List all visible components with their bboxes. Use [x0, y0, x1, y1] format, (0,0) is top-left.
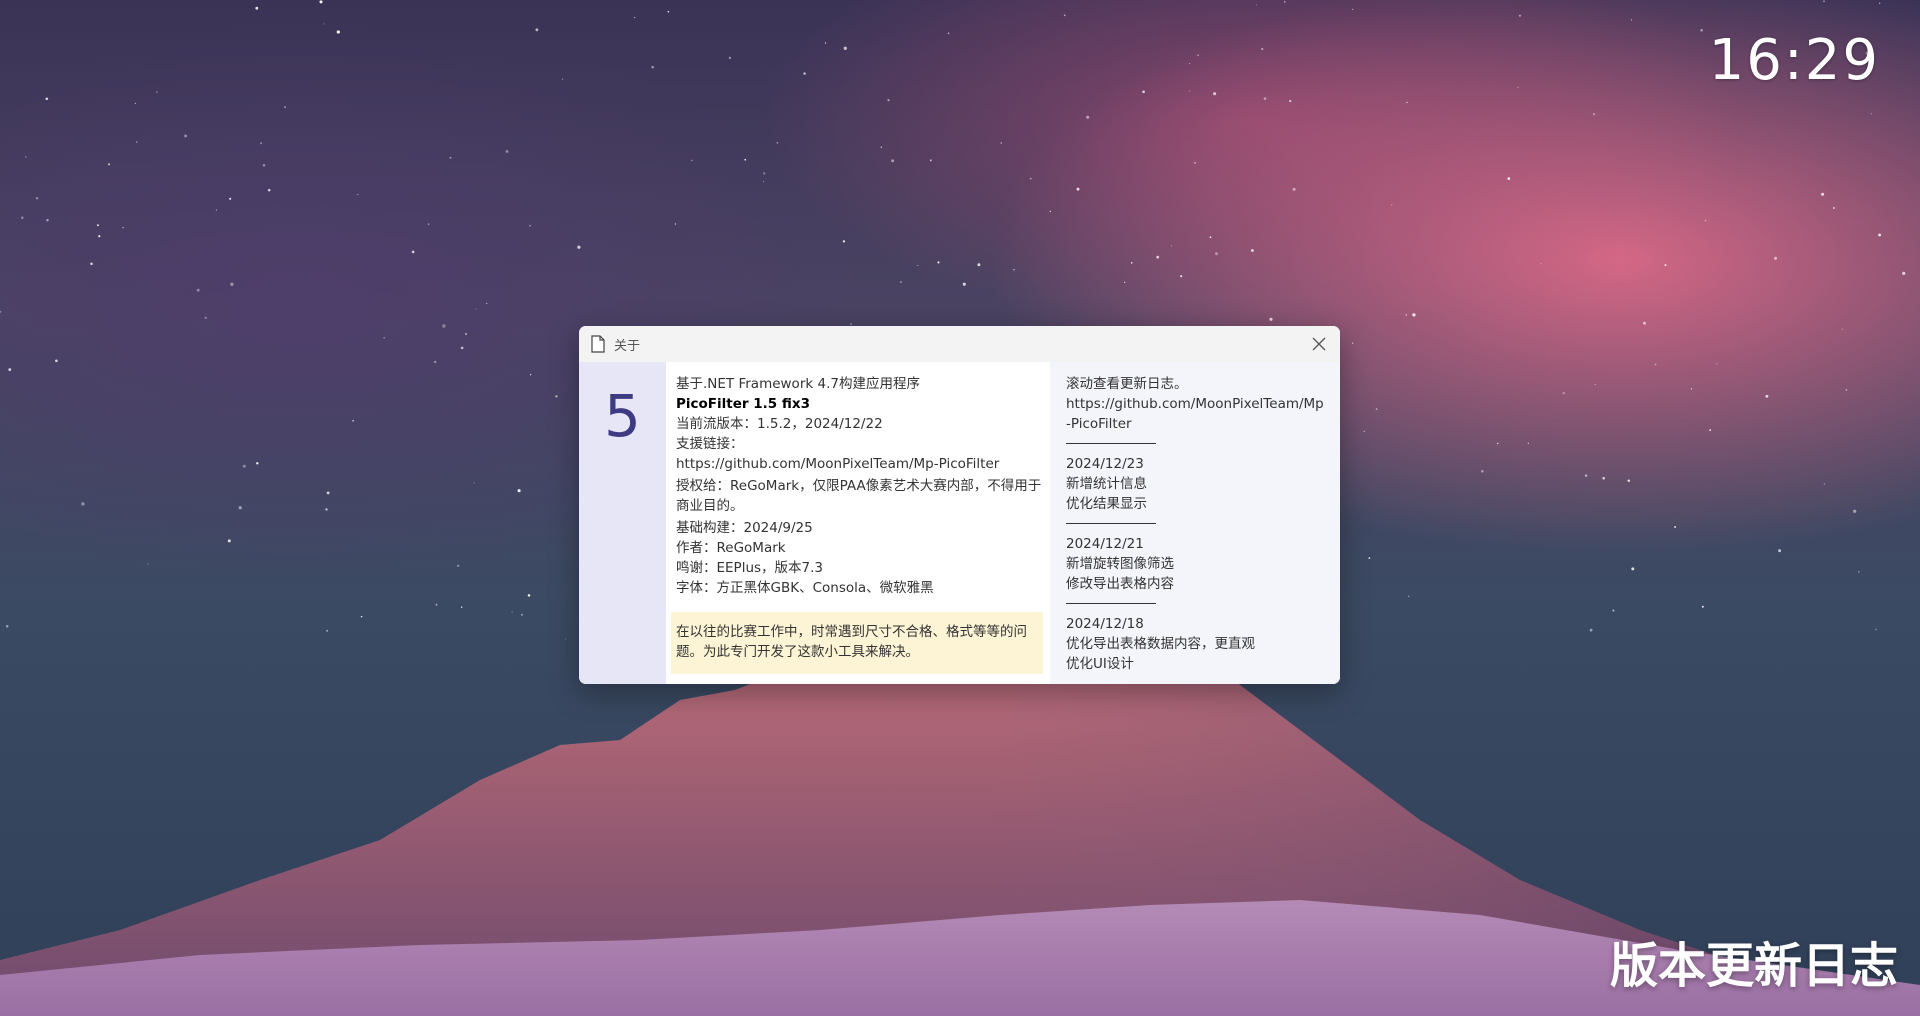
support-label: 支援链接：	[676, 436, 744, 452]
changelog-item: 优化结果显示	[1066, 496, 1147, 512]
changelog-content: 滚动查看更新日志。 https://github.com/MoonPixelTe…	[1066, 374, 1328, 674]
base-build: 基础构建：2024/9/25	[676, 520, 813, 536]
changelog-item: 新增统计信息	[1066, 476, 1147, 492]
changelog-date: 2024/12/23	[1066, 456, 1144, 472]
framework-line: 基于.NET Framework 4.7构建应用程序	[676, 376, 920, 392]
changelog-panel[interactable]: 滚动查看更新日志。 https://github.com/MoonPixelTe…	[1050, 362, 1340, 684]
separator	[1066, 603, 1156, 604]
note-box: 在以往的比赛工作中，时常遇到尺寸不合格、格式等等的问题。为此专门开发了这款小工具…	[671, 612, 1043, 674]
changelog-date: 2024/12/18	[1066, 616, 1144, 632]
current-version: 当前流版本：1.5.2，2024/12/22	[676, 416, 883, 432]
thanks: 鸣谢：EEPlus，版本7.3	[676, 560, 824, 576]
changelog-item: 新增旋转图像筛选	[1066, 556, 1174, 572]
license-text: 授权给：ReGoMark，仅限PAA像素艺术大赛内部，不得用于商业目的。	[676, 478, 1042, 514]
clock: 16:29	[1708, 28, 1880, 93]
close-icon	[1312, 337, 1326, 351]
product-name: PicoFilter 1.5 fix3	[676, 396, 810, 412]
caption-overlay: 版本更新日志	[1609, 938, 1898, 994]
changelog-item: 优化UI设计	[1066, 656, 1134, 672]
changelog-item: 优化导出表格数据内容，更直观	[1066, 636, 1255, 652]
dialog-titlebar[interactable]: 关于	[579, 326, 1340, 362]
changelog-item: 修改导出表格内容	[1066, 576, 1174, 592]
support-link[interactable]: https://github.com/MoonPixelTeam/Mp-Pico…	[676, 454, 1051, 474]
version-number: 5	[604, 382, 641, 450]
version-sidebar: 5	[579, 362, 666, 684]
changelog-date: 2024/12/21	[1066, 536, 1144, 552]
author: 作者：ReGoMark	[676, 540, 786, 556]
fonts-line: 字体：方正黑体GBK、Consola、微软雅黑	[676, 580, 934, 596]
dialog-title: 关于	[614, 338, 641, 354]
document-icon	[591, 335, 605, 353]
desktop: 16:29 版本更新日志 关于 5 基于.NET Framework 4.7构建…	[0, 0, 1920, 1016]
separator	[1066, 523, 1156, 524]
about-dialog: 关于 5 基于.NET Framework 4.7构建应用程序 PicoFilt…	[579, 326, 1340, 684]
separator	[1066, 443, 1156, 444]
info-panel: 基于.NET Framework 4.7构建应用程序 PicoFilter 1.…	[676, 374, 1051, 598]
close-button[interactable]	[1306, 331, 1332, 357]
changelog-link[interactable]: https://github.com/MoonPixelTeam/Mp-Pico…	[1066, 394, 1328, 434]
changelog-header: 滚动查看更新日志。	[1066, 376, 1188, 392]
